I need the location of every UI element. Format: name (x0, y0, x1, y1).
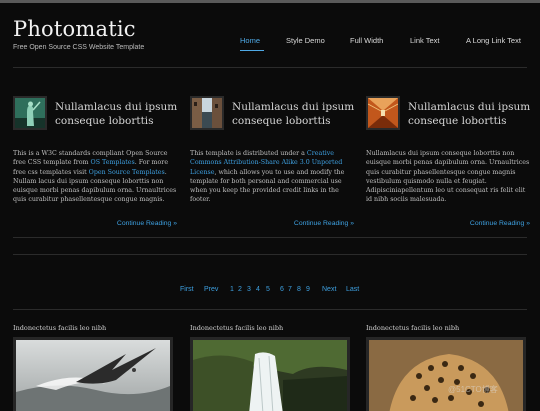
inline-link[interactable]: OS Templates (91, 159, 135, 166)
post-thumbnail-canal[interactable] (190, 96, 224, 130)
post-title[interactable]: Nullamlacus dui ipsum conseque loborttis (408, 100, 532, 128)
pagination-prev[interactable]: Prev (204, 286, 218, 293)
pagination-page-6[interactable]: 6 (280, 286, 284, 293)
pagination-first[interactable]: First (180, 286, 194, 293)
site-logo[interactable]: Photomatic (13, 17, 136, 41)
nav-item-long-link-text[interactable]: A Long Link Text (466, 36, 521, 45)
post-excerpt: This template is distributed under a Cre… (190, 150, 345, 204)
post-thumbnail-corridor[interactable] (366, 96, 400, 130)
post-title[interactable]: Nullamlacus dui ipsum conseque loborttis (232, 100, 356, 128)
pagination-last[interactable]: Last (346, 286, 359, 293)
gallery-divider (13, 309, 527, 310)
pagination-page-8[interactable]: 8 (297, 286, 301, 293)
gallery-caption: Indonectetus facilis leo nibh (13, 324, 107, 332)
posts-divider-top (13, 237, 527, 238)
nav-item-style-demo[interactable]: Style Demo (286, 36, 325, 45)
gallery-caption: Indonectetus facilis leo nibh (190, 324, 284, 332)
post-excerpt: Nullamlacus dui ipsum conseque loborttis… (366, 150, 530, 204)
post-thumbnail-statue[interactable] (13, 96, 47, 130)
pagination-page-3[interactable]: 3 (247, 286, 251, 293)
post-excerpt: This is a W3C standards compliant Open S… (13, 150, 177, 204)
nav-active-indicator (240, 50, 264, 51)
pagination-page-5[interactable]: 5 (266, 286, 270, 293)
pagination: First Prev 1 2 3 4 5 6 7 8 9 Next Last (0, 286, 540, 296)
pagination-page-7[interactable]: 7 (288, 286, 292, 293)
continue-reading-link[interactable]: Continue Reading » (294, 220, 354, 227)
gallery-photo-leopard[interactable] (366, 337, 526, 411)
post-title[interactable]: Nullamlacus dui ipsum conseque loborttis (55, 100, 179, 128)
pagination-next[interactable]: Next (322, 286, 336, 293)
continue-reading-link[interactable]: Continue Reading » (117, 220, 177, 227)
gallery-photo-bird[interactable] (13, 337, 173, 411)
nav-item-full-width[interactable]: Full Width (350, 36, 383, 45)
pagination-page-1[interactable]: 1 (230, 286, 234, 293)
site-tagline: Free Open Source CSS Website Template (13, 44, 145, 51)
top-border (0, 0, 540, 3)
nav-item-link-text[interactable]: Link Text (410, 36, 439, 45)
posts-divider-bottom (13, 254, 527, 255)
header-divider (13, 67, 527, 68)
pagination-page-4[interactable]: 4 (256, 286, 260, 293)
gallery-photo-waterfall[interactable] (190, 337, 350, 411)
pagination-page-2[interactable]: 2 (238, 286, 242, 293)
watermark: @51CTO博客 (448, 385, 498, 394)
inline-link[interactable]: Open Source Templates (89, 169, 165, 176)
gallery-caption: Indonectetus facilis leo nibh (366, 324, 460, 332)
continue-reading-link[interactable]: Continue Reading » (470, 220, 530, 227)
nav-item-home[interactable]: Home (240, 36, 260, 45)
pagination-page-9[interactable]: 9 (306, 286, 310, 293)
inline-link[interactable]: Creative Commons Attribution-Share Alike… (190, 150, 342, 176)
